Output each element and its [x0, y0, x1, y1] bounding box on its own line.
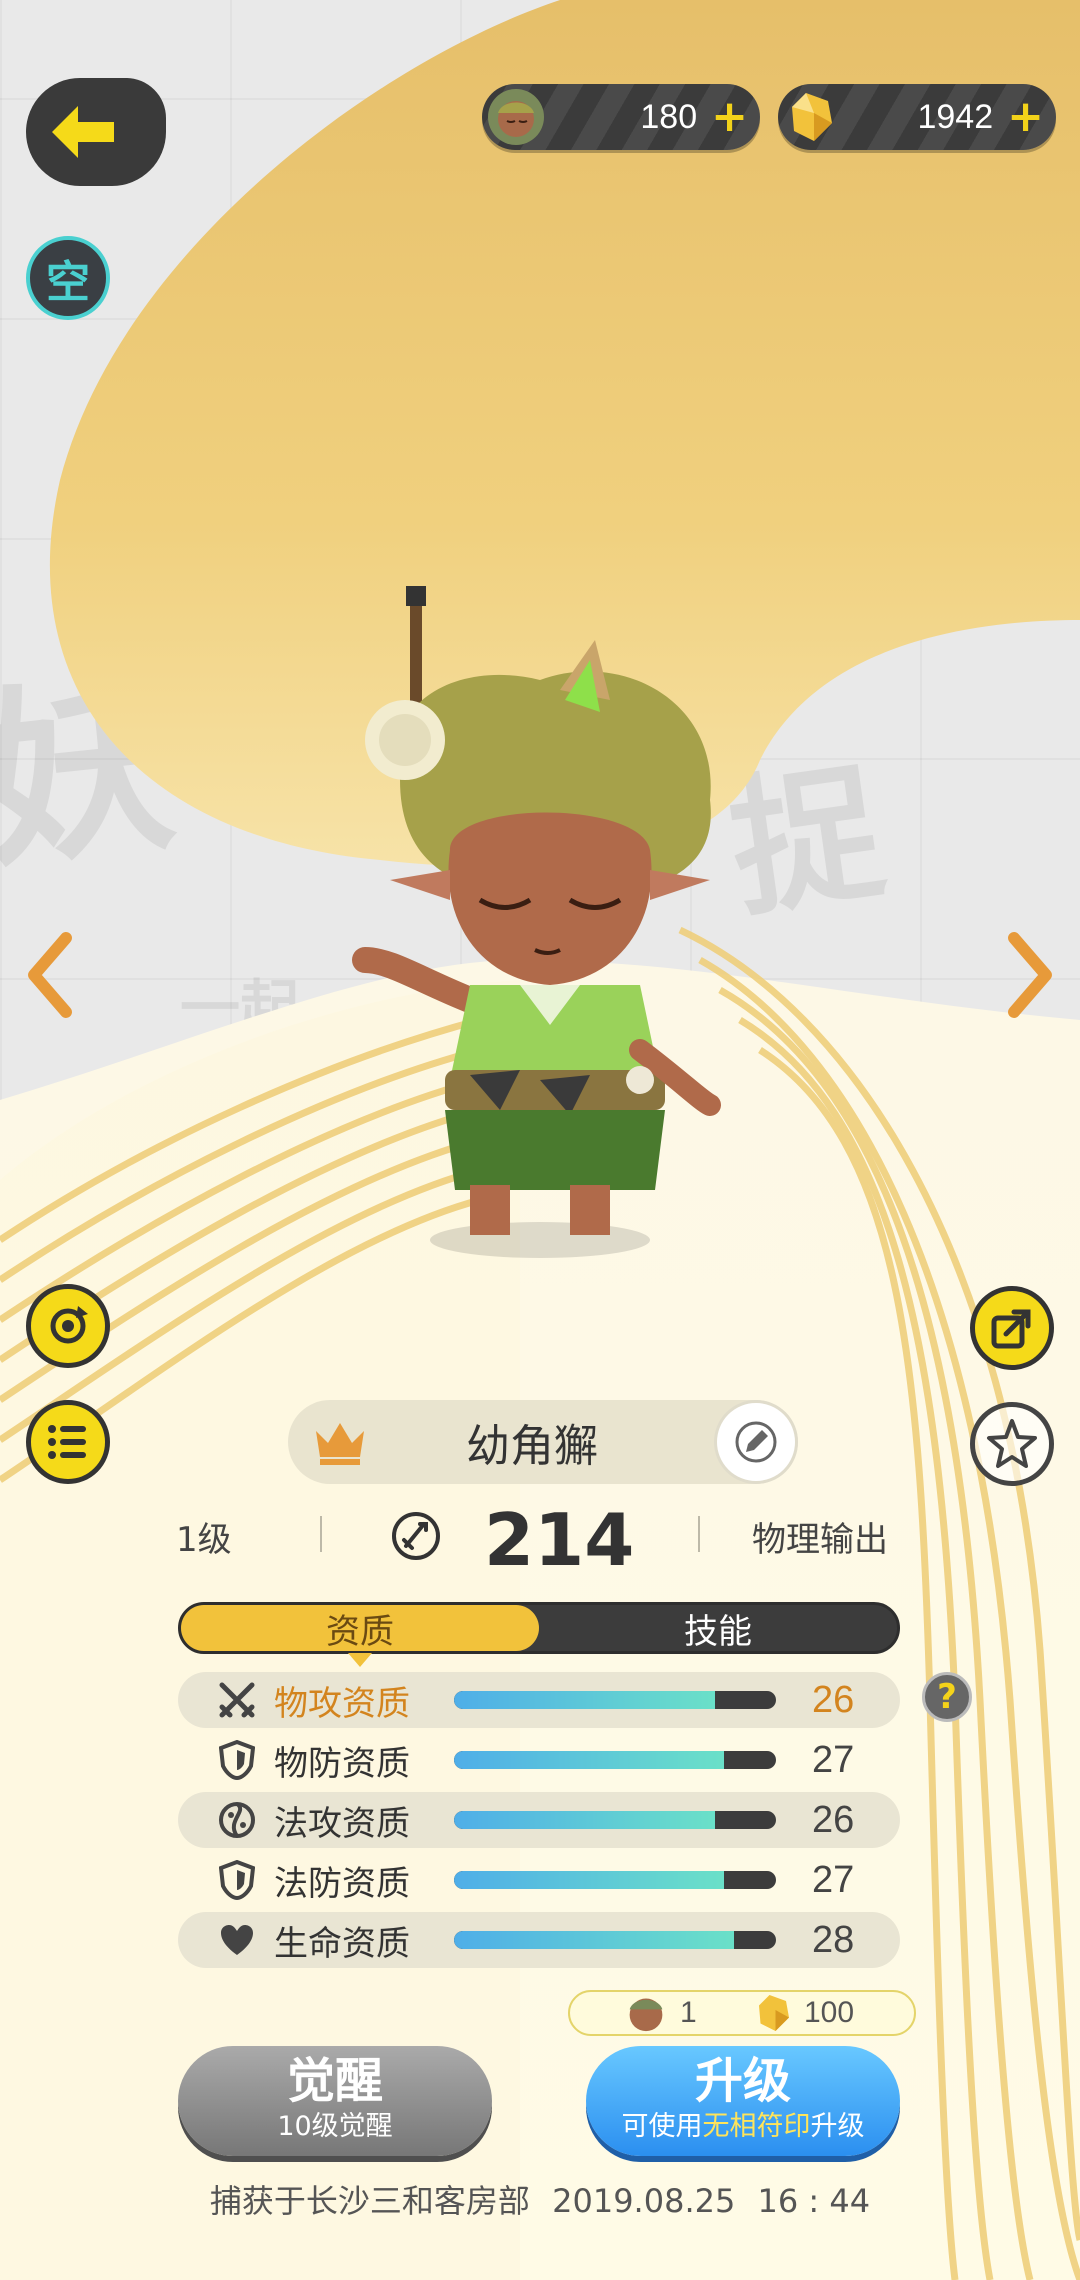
help-button[interactable]: ? — [922, 1672, 972, 1722]
previous-pet-arrow-icon[interactable] — [22, 930, 82, 1020]
combat-power-icon — [392, 1512, 440, 1560]
upgrade-button[interactable]: 升级 可使用无相符印升级 — [586, 2046, 900, 2156]
attribute-label: 生命资质 — [274, 1923, 410, 1964]
pet-name-plate: 幼角獬 — [288, 1400, 798, 1484]
attribute-label: 物攻资质 — [274, 1683, 410, 1724]
attribute-row: 物防资质 27 — [178, 1732, 900, 1788]
combat-power-value: 214 — [484, 1498, 635, 1582]
upgrade-cost: 1 100 — [568, 1990, 916, 2036]
coin-currency-display[interactable]: 180 + — [482, 84, 760, 150]
divider — [698, 1516, 700, 1552]
magic-orb-icon — [208, 1801, 266, 1839]
share-icon — [991, 1309, 1031, 1349]
attribute-value: 26 — [812, 1798, 855, 1841]
upgrade-hint-suffix: 升级 — [810, 2111, 865, 2142]
attribute-bar — [454, 1871, 776, 1889]
monster-coin-icon — [488, 89, 544, 145]
share-button[interactable] — [970, 1286, 1054, 1370]
back-button[interactable] — [26, 78, 166, 186]
pet-info-row: 1级 214 物理输出 — [0, 1498, 1080, 1582]
next-pet-arrow-icon[interactable] — [998, 930, 1058, 1020]
add-coins-button[interactable]: + — [711, 95, 748, 139]
tab-aptitude[interactable]: 资质 — [181, 1605, 539, 1667]
tab-skills[interactable]: 技能 — [539, 1605, 897, 1652]
swap-pet-button[interactable] — [26, 1284, 110, 1368]
refresh-icon — [50, 1306, 88, 1344]
detail-tabs: 资质 技能 — [178, 1602, 900, 1667]
attribute-bar — [454, 1811, 776, 1829]
divider — [320, 1516, 322, 1552]
awaken-button[interactable]: 觉醒 10级觉醒 — [178, 2046, 492, 2156]
attribute-bar-fill — [454, 1871, 725, 1889]
capture-place: 捕获于长沙三和客房部 — [209, 2182, 530, 2220]
attribute-value: 26 — [812, 1678, 855, 1721]
crossed-swords-icon — [208, 1681, 266, 1719]
edit-pencil-icon — [735, 1421, 777, 1463]
shield-icon — [208, 1740, 266, 1780]
pet-role: 物理输出 — [752, 1520, 888, 1560]
attribute-row: 法攻资质 26 — [178, 1792, 900, 1848]
crystal-icon — [759, 1995, 789, 2031]
favorite-button[interactable] — [970, 1402, 1054, 1486]
monster-coin-icon — [629, 1998, 663, 2032]
pet-list-button[interactable] — [26, 1400, 110, 1484]
attribute-bar — [454, 1931, 776, 1949]
attribute-bar-fill — [454, 1691, 715, 1709]
crystal-cost: 100 — [804, 1996, 855, 2029]
upgrade-label: 升级 — [694, 2053, 791, 2109]
attribute-bar-fill — [454, 1751, 725, 1769]
upgrade-hint-item: 无相符印 — [702, 2111, 811, 2142]
heart-icon — [208, 1923, 266, 1957]
coin-cost: 1 — [680, 1996, 697, 2029]
coin-count: 180 — [640, 97, 698, 136]
attribute-label: 法防资质 — [274, 1863, 410, 1904]
attribute-label: 物防资质 — [274, 1743, 410, 1784]
attribute-bar-fill — [454, 1811, 715, 1829]
capture-date: 2019.08.25 — [552, 2182, 736, 2220]
crystal-count: 1942 — [917, 97, 994, 136]
capture-time: 16 : 44 — [757, 2182, 871, 2220]
attribute-bar-fill — [454, 1931, 735, 1949]
crystal-currency-display[interactable]: 1942 + — [778, 84, 1056, 150]
upgrade-hint: 可使用无相符印升级 — [586, 2110, 900, 2144]
star-icon — [987, 1419, 1037, 1468]
attribute-bar — [454, 1751, 776, 1769]
attribute-bar — [454, 1691, 776, 1709]
attribute-value: 28 — [812, 1918, 855, 1961]
upgrade-hint-prefix: 可使用 — [621, 2111, 703, 2142]
list-icon — [48, 1425, 86, 1459]
attribute-row: 物攻资质 26 — [178, 1672, 900, 1728]
attribute-row: 生命资质 28 — [178, 1912, 900, 1968]
element-badge[interactable]: 空 — [26, 236, 110, 320]
awaken-label: 觉醒 — [286, 2053, 383, 2109]
crown-icon — [316, 1423, 364, 1465]
attribute-row: 法防资质 27 — [178, 1852, 900, 1908]
rename-button[interactable] — [714, 1400, 798, 1484]
attribute-label: 法攻资质 — [274, 1803, 410, 1844]
add-crystals-button[interactable]: + — [1007, 95, 1044, 139]
arrow-left-icon — [52, 106, 114, 158]
crystal-icon — [784, 89, 840, 145]
capture-info: 捕获于长沙三和客房部 2019.08.25 16 : 44 — [0, 2176, 1080, 2222]
attribute-value: 27 — [812, 1858, 855, 1901]
shield-icon — [208, 1860, 266, 1900]
awaken-requirement: 10级觉醒 — [277, 2111, 393, 2142]
pet-level: 1级 — [176, 1520, 232, 1560]
pet-name: 幼角獬 — [466, 1421, 598, 1472]
attribute-value: 27 — [812, 1738, 855, 1781]
